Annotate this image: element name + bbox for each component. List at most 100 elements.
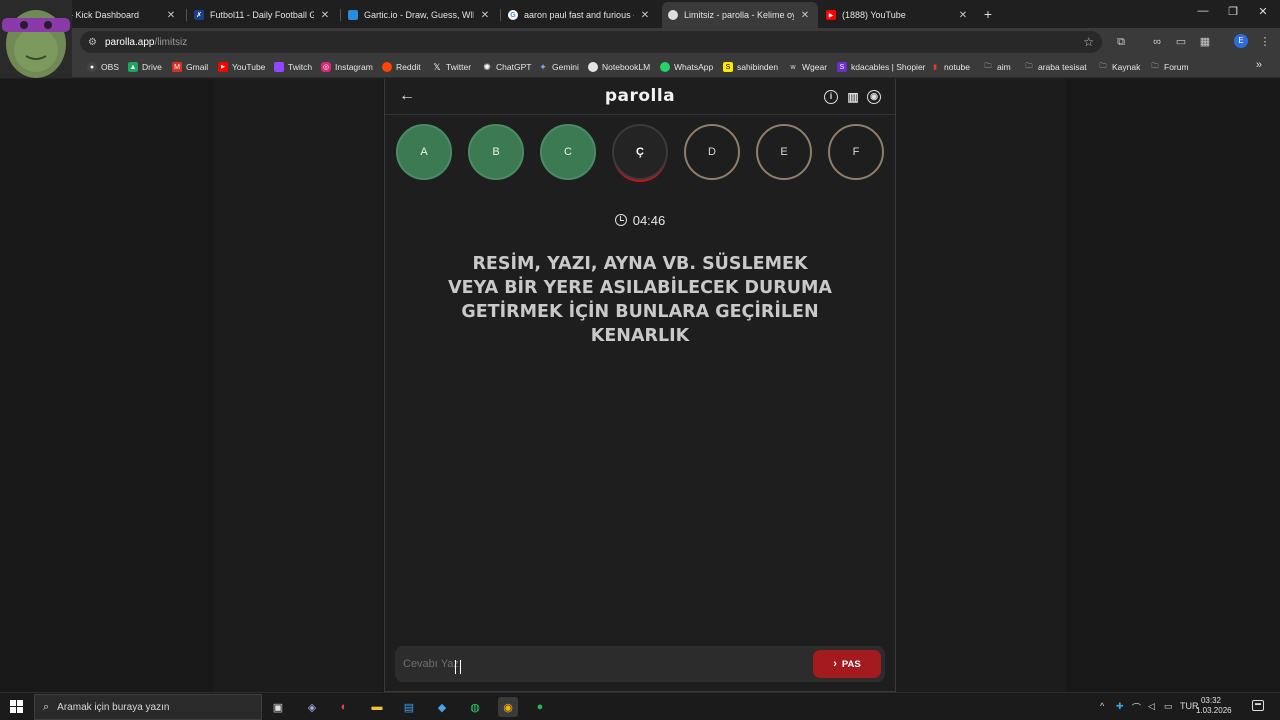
display-icon[interactable]: ▭ [1164, 701, 1173, 712]
bookmark-item[interactable]: M Gmail [172, 60, 208, 74]
bookmark-folder[interactable]: 🗀 Forum [1150, 60, 1189, 74]
tray-overflow-icon[interactable]: ^ [1100, 701, 1104, 711]
bookmark-item[interactable]: Twitch [274, 60, 312, 74]
bookmark-item[interactable]: ● OBS [87, 60, 119, 74]
store-icon[interactable]: ▤ [399, 697, 419, 717]
notification-icon[interactable]: ▬ [1252, 700, 1264, 711]
close-icon[interactable]: ✕ [956, 10, 970, 21]
chevron-right-icon: › [833, 658, 837, 670]
letter-circle-f: F [828, 124, 884, 180]
bookmark-label: Twitch [288, 62, 313, 72]
windows-start-icon[interactable] [10, 700, 23, 713]
system-clock[interactable]: 03:32 1.03.2026 [1196, 696, 1232, 716]
answer-input[interactable] [403, 654, 803, 674]
maximize-button[interactable]: ❐ [1218, 5, 1248, 18]
bookmark-item[interactable]: ✦ Gemini [538, 60, 579, 74]
new-tab-button[interactable]: + [981, 6, 995, 22]
extensions-icon[interactable]: ⧉ [1114, 35, 1128, 49]
bookmark-item[interactable]: ◎ Instagram [321, 60, 373, 74]
gartic-icon [348, 10, 358, 20]
bookmark-folder[interactable]: 🗀 araba tesisat [1024, 60, 1087, 74]
obs-icon: ● [87, 62, 97, 72]
bookmark-label: Gemini [552, 62, 579, 72]
tab-youtube[interactable]: ▶ (1888) YouTube ✕ [820, 4, 976, 26]
close-icon[interactable]: ✕ [478, 10, 492, 21]
bookmark-item[interactable]: WhatsApp [660, 60, 713, 74]
apps-grid-icon[interactable]: ▦ [1198, 35, 1212, 49]
menu-icon[interactable]: ⋮ [1258, 35, 1272, 49]
network-icon[interactable]: ⌒ [1132, 701, 1141, 714]
bookmark-label: sahibinden [737, 62, 779, 72]
clock-date: 1.03.2026 [1196, 706, 1232, 715]
bookmark-star-icon[interactable]: ☆ [1083, 35, 1094, 49]
bookmark-item[interactable]: Skdacables | Shopier [837, 60, 926, 74]
page-side-panel-right [896, 79, 1066, 692]
bookmark-item[interactable]: ▲ Drive [128, 60, 162, 74]
tab-parolla[interactable]: Limitsiz - parolla - Kelime oyun ✕ [662, 2, 818, 28]
app-icon[interactable]: ◐ [334, 697, 354, 717]
bookmark-item[interactable]: ✺ ChatGPT [482, 60, 531, 74]
clock-time: 03:32 [1200, 696, 1222, 705]
task-view-icon[interactable]: ▣ [268, 697, 288, 717]
drive-icon: ▲ [128, 62, 138, 72]
pass-button-label: PAS [841, 658, 861, 670]
pass-button[interactable]: › PAS [813, 650, 881, 678]
tray-app-icon[interactable]: ✚ [1116, 701, 1124, 712]
bookmarks-bar: in ●OBS ▲Drive MGmail ▶YouTube Twitch ◎I… [0, 56, 1280, 78]
file-explorer-icon[interactable]: ▬ [367, 697, 387, 717]
tab-label: aaron paul fast and furious - G [524, 10, 634, 20]
chrome-icon[interactable]: ◉ [498, 697, 518, 717]
info-icon[interactable]: i [824, 90, 838, 104]
futbol11-icon: ✗ [194, 10, 204, 20]
window-close-button[interactable]: ✕ [1248, 5, 1278, 18]
tab-futbol11[interactable]: ✗ Futbol11 - Daily Football Game ✕ [188, 4, 338, 26]
spotify-icon[interactable]: ● [530, 697, 550, 717]
timer-value: 04:46 [632, 213, 666, 228]
link-icon[interactable]: ∞ [1150, 35, 1164, 49]
close-icon[interactable]: ✕ [638, 10, 652, 21]
bookmark-label: NotebookLM [602, 62, 651, 72]
letter-circle-a: A [396, 124, 452, 180]
bookmark-item[interactable]: ▶ YouTube [218, 60, 265, 74]
webcam-overlay [0, 0, 72, 78]
google-icon: G [508, 10, 518, 20]
user-icon[interactable]: ◉ [867, 90, 881, 104]
minimize-button[interactable]: — [1188, 5, 1218, 17]
bookmark-item[interactable]: Ssahibinden [723, 60, 778, 74]
tab-google-search[interactable]: G aaron paul fast and furious - G ✕ [502, 4, 658, 26]
close-icon[interactable]: ✕ [318, 10, 332, 21]
bookmark-item[interactable]: ▮ notube [930, 60, 970, 74]
bookmarks-overflow-icon[interactable]: » [1256, 59, 1262, 71]
folder-icon: 🗀 [984, 62, 992, 70]
whatsapp-icon[interactable]: ◍ [465, 697, 485, 717]
app-icon[interactable]: ◆ [432, 697, 452, 717]
notebooklm-icon [588, 62, 598, 72]
sahibinden-icon: S [723, 62, 733, 72]
close-icon[interactable]: ✕ [798, 10, 812, 21]
url-path: /limitsiz [154, 36, 188, 48]
stats-icon[interactable]: ▥ [846, 90, 860, 104]
tab-gartic[interactable]: Gartic.io - Draw, Guess, WIN ✕ [342, 4, 498, 26]
taskbar-search-box[interactable]: ⌕ Aramak için buraya yazın [34, 694, 262, 720]
windows-taskbar: ⌕ Aramak için buraya yazın ▣ ◈ ◐ ▬ ▤ ◆ ◍… [0, 692, 1280, 720]
bookmark-folder[interactable]: 🗀 Kaynak [1098, 60, 1141, 74]
bookmark-item[interactable]: w Wgear [788, 60, 827, 74]
bookmark-folder[interactable]: 🗀 aim [983, 60, 1011, 74]
app-icon[interactable]: ◈ [302, 697, 322, 717]
bookmark-item[interactable]: 𝕏 Twitter [432, 60, 471, 74]
taskbar-search-placeholder: Aramak için buraya yazın [57, 701, 170, 713]
volume-icon[interactable]: ◁ [1148, 701, 1155, 712]
cast-icon[interactable]: ▭ [1174, 35, 1188, 49]
parolla-game-panel: ← parolla i ▥ ◉ A B C Ç D E F 04:46 RESİ… [384, 79, 896, 692]
brand-logo: parolla [604, 86, 676, 106]
bookmark-label: Instagram [335, 62, 373, 72]
tab-label: Gartic.io - Draw, Guess, WIN [364, 10, 474, 20]
address-bar[interactable]: ⚙ parolla.app /limitsiz ☆ [80, 31, 1102, 53]
site-settings-icon[interactable]: ⚙ [88, 37, 97, 48]
close-icon[interactable]: ✕ [164, 10, 178, 21]
bookmark-item[interactable]: NotebookLM [588, 60, 650, 74]
bookmark-label: OBS [101, 62, 119, 72]
profile-avatar[interactable]: E [1234, 34, 1248, 48]
bookmark-item[interactable]: Reddit [382, 60, 421, 74]
gemini-icon: ✦ [539, 61, 547, 72]
